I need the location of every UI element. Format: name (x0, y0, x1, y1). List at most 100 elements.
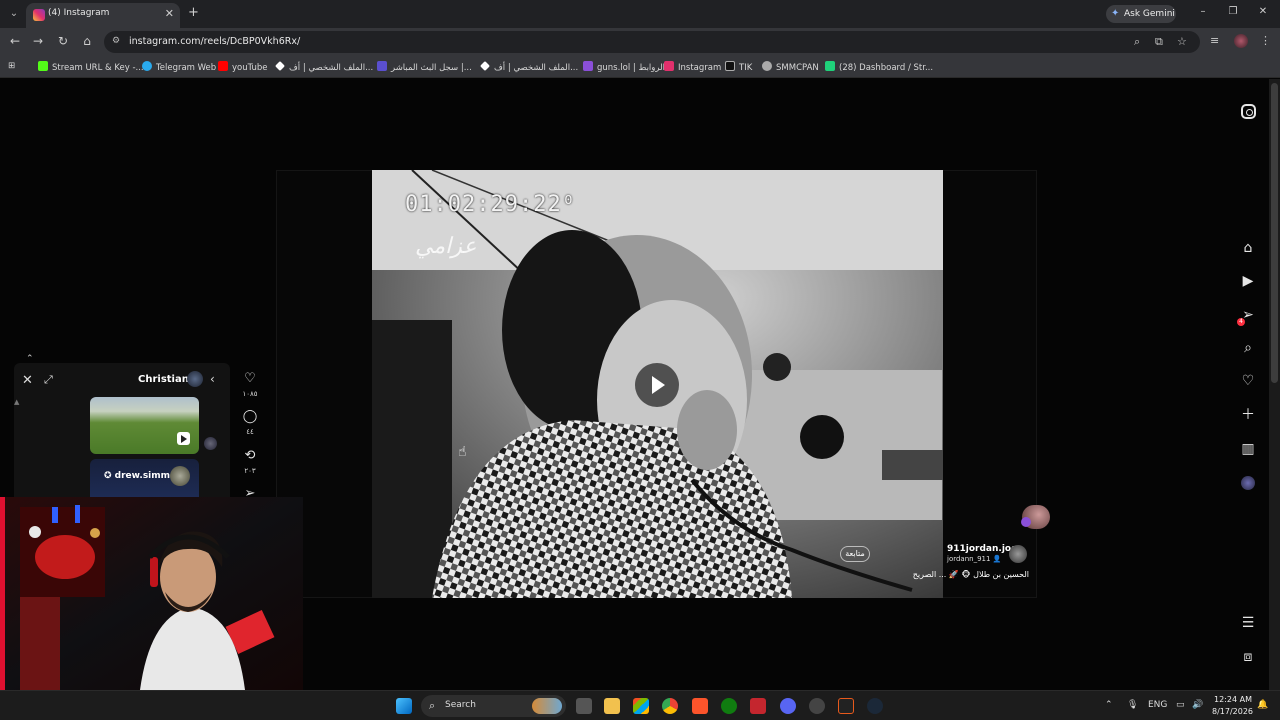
profile-avatar[interactable] (1241, 476, 1255, 490)
shared-post-username: ✪ drew.simms (104, 471, 176, 481)
bookmark-item[interactable]: سجل البث المباشر |... (377, 61, 472, 73)
reel-username[interactable]: 911jordan.joo (947, 544, 1017, 554)
youtube-icon (218, 61, 228, 71)
kick-icon (38, 61, 48, 71)
chrome-icon[interactable] (662, 698, 678, 714)
comment-icon[interactable]: ◯ (242, 409, 258, 424)
notifications-heart-icon[interactable]: ♡ (1240, 373, 1256, 389)
play-button[interactable] (635, 363, 679, 407)
capture-app-icon[interactable] (750, 698, 766, 714)
also-from-meta-icon[interactable]: ⧈ (1240, 649, 1256, 665)
repost-count: ٢٠٣ (244, 467, 256, 475)
reel-caption: الحسين بن طلال 🐵 🚀 ... الصريح (912, 570, 1029, 579)
scroll-thumb[interactable] (1271, 83, 1278, 383)
chat-contact-name[interactable]: Christian (138, 374, 189, 385)
like-count: ١٠٨٥ (242, 390, 258, 398)
back-arrow-icon[interactable]: ← (7, 34, 23, 48)
tab-search-icon[interactable]: ⌄ (5, 5, 23, 23)
bookmark-item[interactable]: TIK (725, 61, 752, 73)
messages-notification-badge: 4 (1237, 318, 1245, 326)
repost-icon[interactable]: ⟲ (242, 448, 258, 463)
url-text[interactable]: instagram.com/reels/DcBP0Vkh6Rx/ (129, 36, 300, 47)
bookmark-star-icon[interactable]: ☆ (1177, 35, 1187, 48)
browser-tab-instagram[interactable]: (4) Instagram ✕ (26, 3, 180, 28)
expand-icon[interactable]: ⤢ (44, 373, 53, 387)
bookmark-item[interactable]: Instagram (664, 61, 721, 73)
maximize-button[interactable]: ❐ (1225, 6, 1241, 17)
bookmark-item[interactable]: الملف الشخصي | أف... (480, 61, 578, 73)
home-icon[interactable]: ⌂ (79, 34, 95, 48)
language-indicator[interactable]: ENG (1148, 700, 1167, 710)
bookmark-item[interactable]: guns.lol | الروابط (583, 61, 665, 73)
tiktok-icon (725, 61, 735, 71)
bookmark-item[interactable]: الملف الشخصي | أف... (275, 61, 373, 73)
chat-contact-avatar[interactable] (187, 371, 203, 387)
tab-close-icon[interactable]: ✕ (165, 7, 174, 20)
ask-gemini-button[interactable]: ✦ Ask Gemini (1106, 5, 1176, 23)
network-icon[interactable]: ▭ (1176, 700, 1185, 710)
close-window-button[interactable]: ✕ (1255, 6, 1271, 17)
discord-icon[interactable] (780, 698, 796, 714)
brave-icon[interactable] (692, 698, 708, 714)
microsoft-store-icon[interactable] (633, 698, 649, 714)
instagram-favicon-icon (33, 9, 45, 21)
reading-list-icon[interactable]: ≡ (1210, 34, 1219, 47)
forward-arrow-icon[interactable]: → (30, 34, 46, 48)
insights-icon[interactable]: ▥ (1240, 441, 1256, 457)
address-bar[interactable]: ⚙ instagram.com/reels/DcBP0Vkh6Rx/ ⌕ ⧉ ☆ (104, 31, 1200, 53)
diamond-icon (275, 61, 285, 71)
reels-icon[interactable]: ▶ (1240, 273, 1256, 289)
instagram-icon (664, 61, 674, 71)
windows-start-icon[interactable] (396, 698, 412, 714)
new-tab-button[interactable]: + (188, 5, 199, 20)
steam-icon[interactable] (867, 698, 883, 714)
site-info-icon[interactable]: ⚙ (112, 36, 120, 46)
more-menu-icon[interactable]: ☰ (1240, 615, 1256, 631)
video-timecode-overlay: 01:02:29:22⁰ (405, 192, 576, 217)
profile-avatar[interactable] (1234, 34, 1248, 48)
like-heart-icon[interactable]: ♡ (242, 371, 258, 386)
author-avatar[interactable] (1009, 545, 1027, 563)
floating-badge-icon (1021, 517, 1031, 527)
bookmark-item[interactable]: SMMCPAN (762, 61, 819, 73)
home-icon[interactable]: ⌂ (1240, 240, 1256, 256)
bookmark-item[interactable]: (28) Dashboard / Str... (825, 61, 933, 73)
bookmark-item[interactable]: Telegram Web (142, 61, 216, 73)
shared-reel-thumbnail[interactable] (90, 397, 199, 454)
page-scrollbar[interactable] (1269, 79, 1280, 690)
bookmark-item[interactable]: youTube (218, 61, 268, 73)
chrome-menu-icon[interactable]: ⋮ (1260, 34, 1271, 47)
xbox-icon[interactable] (721, 698, 737, 714)
bookmark-item[interactable]: Stream URL & Key -... (38, 61, 144, 73)
streaming-app-icon[interactable] (838, 698, 854, 714)
follow-button[interactable]: متابعة (840, 546, 870, 562)
scroll-up-icon[interactable]: ▲ (14, 398, 19, 406)
create-plus-icon[interactable]: ＋ (1240, 407, 1256, 423)
minimize-button[interactable]: – (1195, 6, 1211, 17)
reload-icon[interactable]: ↻ (55, 34, 71, 48)
taskbar-time[interactable]: 12:24 AM (1214, 695, 1252, 704)
reel-handle[interactable]: jordann_911 👤 (947, 555, 1001, 563)
taskbar-search[interactable]: ⌕ Search (421, 695, 566, 717)
notification-bell-icon[interactable]: 🔔 (1257, 700, 1268, 710)
back-chevron-icon[interactable]: ‹ (210, 372, 215, 386)
gunslol-icon (583, 61, 593, 71)
instagram-logo-icon[interactable] (1241, 104, 1256, 119)
gemini-sparkle-icon: ✦ (1111, 8, 1120, 19)
mouse-cursor-icon: ☝ (458, 444, 467, 460)
volume-icon[interactable]: 🔊 (1192, 700, 1203, 710)
file-explorer-icon[interactable] (604, 698, 620, 714)
close-icon[interactable]: ✕ (22, 373, 33, 388)
tab-strip: ⌄ (4) Instagram ✕ + ✦ Ask Gemini – ❐ ✕ (0, 0, 1280, 28)
search-placeholder: Search (445, 700, 476, 710)
search-icon[interactable]: ⌕ (1240, 340, 1256, 356)
taskbar-date[interactable]: 8/17/2026 (1212, 707, 1253, 716)
install-app-icon[interactable]: ⧉ (1155, 35, 1163, 49)
bookmarks-bar: ⊞ Stream URL & Key -... Telegram Web you… (0, 56, 1280, 78)
app-icon[interactable] (809, 698, 825, 714)
apps-grid-icon[interactable]: ⊞ (8, 61, 15, 71)
tray-overflow-icon[interactable]: ⌃ (1105, 700, 1113, 710)
task-view-icon[interactable] (576, 698, 592, 714)
zoom-icon[interactable]: ⌕ (1134, 35, 1140, 49)
microphone-icon[interactable]: 🎙 (1127, 700, 1138, 710)
